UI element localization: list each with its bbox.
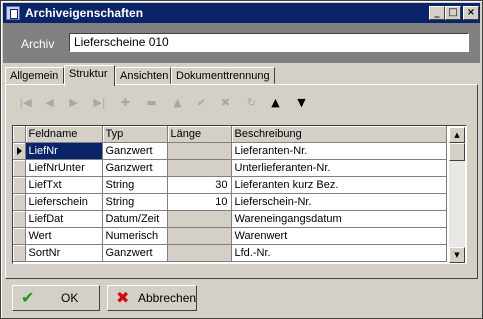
cancel-edit-icon[interactable]: ✖ (213, 94, 238, 112)
table-row[interactable]: LiefDat Datum/Zeit Wareneingangsdatum (13, 210, 447, 228)
column-header-laenge[interactable]: Länge (167, 126, 232, 143)
tab-struktur[interactable]: Struktur (64, 65, 115, 86)
cell-typ[interactable]: Numerisch (102, 227, 168, 245)
column-header-feldname[interactable]: Feldname (25, 126, 103, 143)
ok-button[interactable]: ✔ OK (12, 285, 100, 311)
cell-laenge[interactable]: 30 (167, 176, 232, 194)
cell-laenge[interactable] (167, 244, 232, 262)
cancel-x-icon: ✖ (116, 288, 130, 307)
app-icon (6, 6, 20, 20)
move-up-icon[interactable]: ▲ (263, 94, 288, 112)
cell-beschreibung[interactable]: Lieferanten-Nr. (231, 142, 447, 160)
field-grid[interactable]: Feldname Typ Länge Beschreibung LiefNr G… (12, 125, 467, 264)
grid-vertical-scrollbar[interactable]: ▲ ▼ (449, 127, 465, 263)
field-table: Feldname Typ Länge Beschreibung LiefNr G… (13, 126, 447, 262)
cell-typ[interactable]: Datum/Zeit (102, 210, 168, 228)
close-button[interactable]: × (463, 6, 479, 20)
cell-beschreibung[interactable]: Unterlieferanten-Nr. (231, 159, 447, 177)
first-record-icon[interactable]: |◀ (13, 94, 38, 112)
archive-name-field[interactable]: Lieferscheine 010 (69, 33, 469, 52)
cell-typ[interactable]: Ganzwert (102, 142, 168, 160)
dialog-window: Archiveigenschaften _ □ × Archiv Liefers… (0, 0, 483, 319)
scroll-thumb[interactable] (449, 143, 465, 161)
archive-label: Archiv (21, 37, 55, 51)
maximize-button[interactable]: □ (445, 6, 461, 20)
cell-typ[interactable]: Ganzwert (102, 244, 168, 262)
cell-feldname[interactable]: Wert (25, 227, 103, 245)
cell-beschreibung[interactable]: Wareneingangsdatum (231, 210, 447, 228)
row-indicator (13, 210, 26, 228)
cell-beschreibung[interactable]: Lieferanten kurz Bez. (231, 176, 447, 194)
cell-feldname[interactable]: Lieferschein (25, 193, 103, 211)
last-record-icon[interactable]: ▶| (87, 94, 112, 112)
table-header-row: Feldname Typ Länge Beschreibung (13, 126, 447, 143)
refresh-icon[interactable]: ↻ (239, 94, 264, 112)
table-row[interactable]: Wert Numerisch Warenwert (13, 227, 447, 245)
minimize-button[interactable]: _ (429, 6, 445, 20)
cell-typ[interactable]: String (102, 193, 168, 211)
cell-typ[interactable]: Ganzwert (102, 159, 168, 177)
cell-laenge[interactable] (167, 159, 232, 177)
ok-button-label: OK (61, 291, 79, 305)
row-indicator (13, 142, 26, 160)
delete-record-icon[interactable]: ▬ (139, 94, 164, 112)
column-header-beschreibung[interactable]: Beschreibung (231, 126, 447, 143)
title-bar[interactable]: Archiveigenschaften _ □ × (3, 3, 480, 23)
cell-feldname[interactable]: LiefTxt (25, 176, 103, 194)
cancel-button-label: Abbrechen (138, 291, 197, 305)
tab-allgemein[interactable]: Allgemein (5, 67, 64, 84)
window-title: Archiveigenschaften (25, 6, 144, 20)
table-row[interactable]: Lieferschein String 10 Lieferschein-Nr. (13, 193, 447, 211)
cell-laenge[interactable] (167, 210, 232, 228)
next-record-icon[interactable]: ▶ (61, 94, 86, 112)
scroll-down-icon[interactable]: ▼ (449, 247, 465, 263)
column-header-typ[interactable]: Typ (102, 126, 168, 143)
tab-dokumenttrennung[interactable]: Dokumenttrennung (171, 67, 275, 84)
cell-beschreibung[interactable]: Lfd.-Nr. (231, 244, 447, 262)
cell-feldname[interactable]: LiefNrUnter (25, 159, 103, 177)
row-indicator (13, 176, 26, 194)
cell-laenge[interactable] (167, 227, 232, 245)
insert-record-icon[interactable]: ✚ (113, 94, 138, 112)
row-indicator (13, 193, 26, 211)
post-record-icon[interactable]: ✔ (189, 94, 214, 112)
table-row[interactable]: LiefNr Ganzwert Lieferanten-Nr. (13, 142, 447, 160)
move-down-icon[interactable]: ▼ (289, 94, 314, 112)
cell-typ[interactable]: String (102, 176, 168, 194)
indicator-header (13, 126, 26, 143)
cell-beschreibung[interactable]: Lieferschein-Nr. (231, 193, 447, 211)
table-row[interactable]: LiefTxt String 30 Lieferanten kurz Bez. (13, 176, 447, 194)
check-icon: ✔ (21, 288, 35, 307)
cell-laenge[interactable]: 10 (167, 193, 232, 211)
cell-feldname[interactable]: LiefDat (25, 210, 103, 228)
cell-beschreibung[interactable]: Warenwert (231, 227, 447, 245)
table-row[interactable]: LiefNrUnter Ganzwert Unterlieferanten-Nr… (13, 159, 447, 177)
cancel-button[interactable]: ✖ Abbrechen (107, 285, 197, 311)
table-row[interactable]: SortNr Ganzwert Lfd.-Nr. (13, 244, 447, 262)
current-row-arrow-icon (17, 147, 22, 155)
scroll-up-icon[interactable]: ▲ (449, 127, 465, 143)
cell-feldname[interactable]: LiefNr (25, 142, 103, 160)
prior-record-icon[interactable]: ◀ (37, 94, 62, 112)
row-indicator (13, 159, 26, 177)
tab-ansichten[interactable]: Ansichten (115, 67, 171, 84)
cell-laenge[interactable] (167, 142, 232, 160)
edit-record-icon[interactable]: ▲ (165, 94, 190, 112)
row-indicator (13, 227, 26, 245)
cell-feldname[interactable]: SortNr (25, 244, 103, 262)
row-indicator (13, 244, 26, 262)
